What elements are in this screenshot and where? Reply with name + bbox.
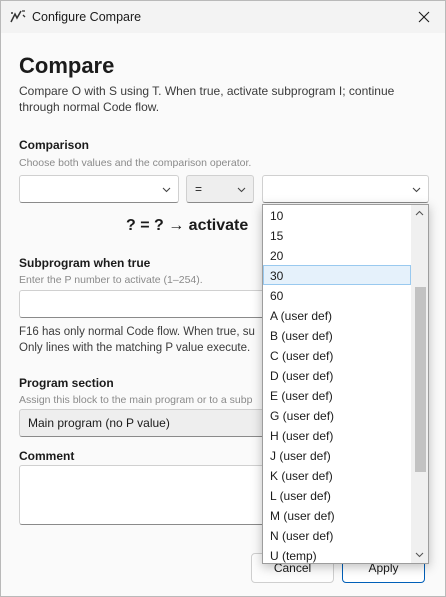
subprogram-note: F16 has only normal Code flow. When true…: [19, 324, 259, 356]
left-value-combo[interactable]: [19, 175, 179, 203]
subprogram-input[interactable]: [19, 290, 279, 318]
dropdown-option[interactable]: U (temp): [263, 545, 411, 563]
dialog-content: Compare Compare O with S using T. When t…: [1, 33, 445, 596]
window-title: Configure Compare: [32, 10, 142, 24]
comparison-hint: Choose both values and the comparison op…: [19, 157, 252, 169]
app-icon: [10, 10, 26, 23]
dropdown-option[interactable]: E (user def): [263, 385, 411, 405]
chevron-down-icon: [162, 187, 171, 193]
chevron-down-icon: [412, 187, 421, 193]
comparison-label: Comparison: [19, 138, 90, 152]
program-section-hint: Assign this block to the main program or…: [19, 394, 253, 406]
dropdown-option[interactable]: M (user def): [263, 505, 411, 525]
dropdown-option[interactable]: 60: [263, 285, 411, 305]
dropdown-option[interactable]: K (user def): [263, 465, 411, 485]
page-description: Compare O with S using T. When true, act…: [19, 84, 395, 114]
operator-text: =: [195, 182, 203, 196]
dropdown-option[interactable]: B (user def): [263, 325, 411, 345]
close-icon: [418, 11, 430, 23]
comment-textarea[interactable]: [19, 465, 279, 525]
close-button[interactable]: [407, 1, 441, 33]
comment-label: Comment: [19, 449, 75, 463]
scroll-down-button[interactable]: [411, 546, 428, 563]
dropdown-option[interactable]: L (user def): [263, 485, 411, 505]
program-section-value: Main program (no P value): [28, 416, 170, 430]
dropdown-option[interactable]: N (user def): [263, 525, 411, 545]
chevron-up-icon: [415, 210, 424, 216]
dropdown-scrollbar[interactable]: [411, 205, 428, 563]
scroll-thumb[interactable]: [415, 287, 426, 472]
right-value-dropdown-list[interactable]: 10 15 20 30 60 A (user def) B (user def) C (use…: [262, 204, 429, 564]
dropdown-option[interactable]: J (user def): [263, 445, 411, 465]
chevron-down-icon: [415, 552, 424, 558]
dropdown-option[interactable]: G (user def): [263, 405, 411, 425]
dropdown-option[interactable]: 15: [263, 225, 411, 245]
dropdown-option[interactable]: 20: [263, 245, 411, 265]
program-section-label: Program section: [19, 376, 114, 390]
subprogram-note-line2: Only lines with the matching P value exe…: [19, 342, 251, 354]
subprogram-label: Subprogram when true: [19, 256, 151, 270]
dropdown-options: 10 15 20 30 60 A (user def) B (user def) C (use…: [263, 205, 411, 563]
title-bar: Configure Compare: [1, 1, 445, 33]
program-section-combo[interactable]: Main program (no P value): [19, 409, 279, 437]
dropdown-option[interactable]: H (user def): [263, 425, 411, 445]
dropdown-option[interactable]: A (user def): [263, 305, 411, 325]
subprogram-note-line1: F16 has only normal Code flow. When true…: [19, 326, 255, 338]
right-value-combo[interactable]: [262, 175, 429, 203]
page-title: Compare: [19, 53, 115, 78]
scroll-up-button[interactable]: [411, 205, 428, 222]
operator-combo[interactable]: =: [186, 175, 254, 203]
dropdown-option[interactable]: 10: [263, 205, 411, 225]
subprogram-hint: Enter the P number to activate (1–254).: [19, 274, 203, 286]
formula-preview: ? = ? → activate: [126, 217, 249, 234]
chevron-down-icon: [237, 187, 246, 193]
dropdown-option[interactable]: C (user def): [263, 345, 411, 365]
dropdown-option[interactable]: 30: [263, 265, 411, 285]
dropdown-option[interactable]: D (user def): [263, 365, 411, 385]
configure-compare-dialog: Configure Compare Compare Compare O with…: [0, 0, 446, 597]
